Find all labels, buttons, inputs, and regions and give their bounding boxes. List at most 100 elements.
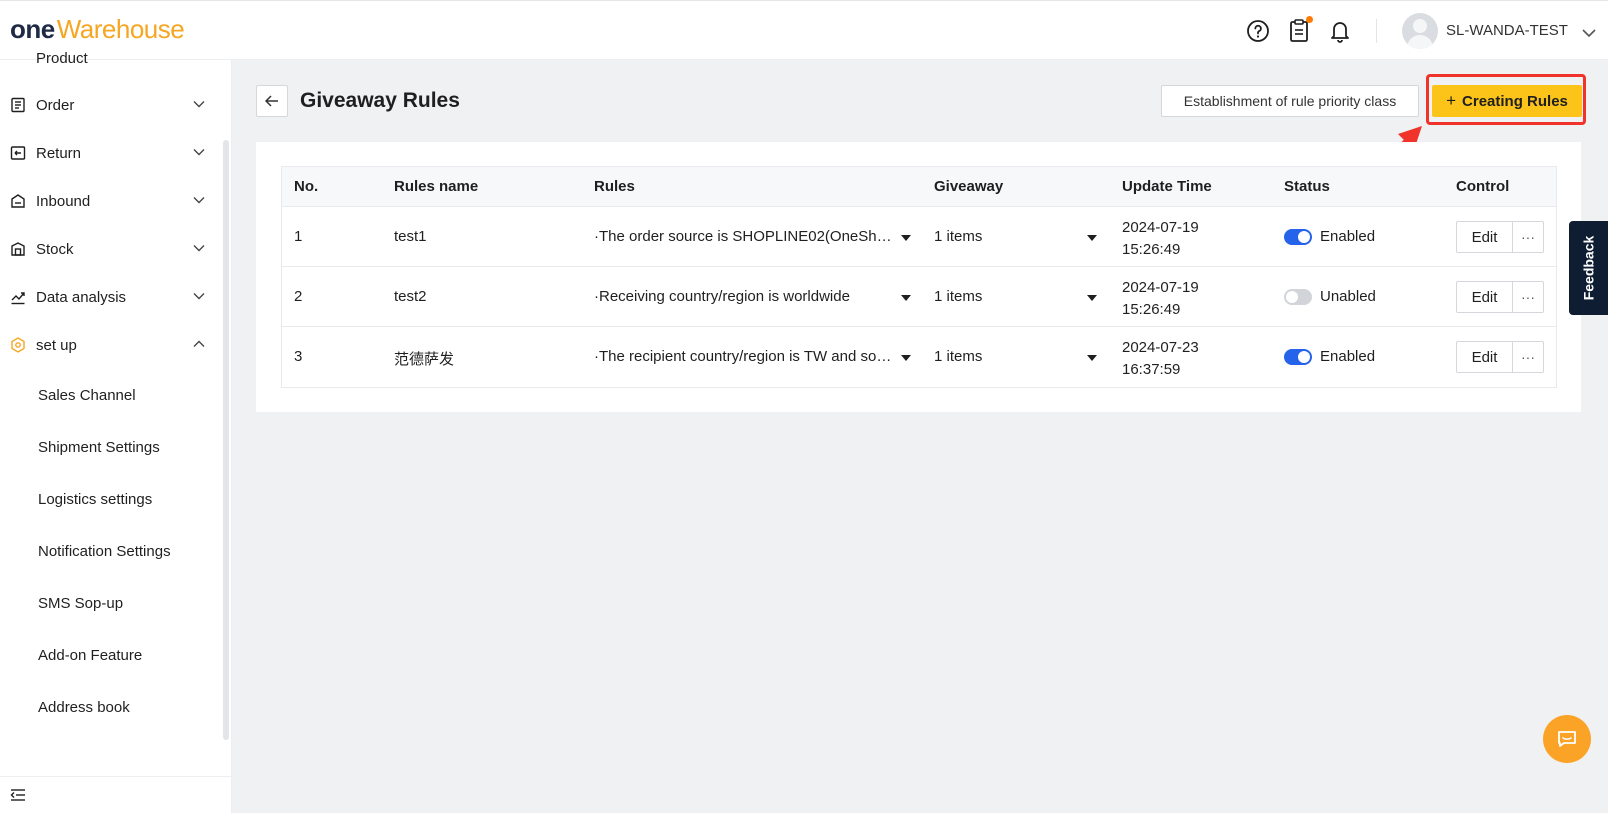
cell-giveaway: 1 items — [934, 228, 983, 245]
sidebar-item-label: Order — [36, 96, 75, 114]
order-icon — [11, 97, 25, 113]
inbound-icon — [11, 194, 25, 208]
sidebar-item-stock[interactable]: Stock — [0, 229, 222, 269]
cell-no: 1 — [294, 228, 303, 245]
help-icon[interactable] — [1246, 19, 1270, 43]
col-giveaway: Giveaway — [934, 178, 1004, 195]
sidebar-subitem-address-book[interactable]: Address book — [38, 699, 130, 716]
cell-rule: ·The recipient country/region is TW and … — [594, 348, 894, 365]
chevron-down-icon[interactable] — [1582, 25, 1596, 41]
status-label: Enabled — [1320, 348, 1376, 365]
chat-icon — [1558, 731, 1576, 747]
sidebar-scrollbar[interactable] — [223, 140, 229, 740]
sidebar-subitem-notification-settings[interactable]: Notification Settings — [38, 543, 171, 560]
caret-down-icon[interactable] — [1087, 355, 1097, 361]
cell-no: 3 — [294, 348, 303, 365]
cell-update-time: 2024-07-23 16:37:59 — [1122, 339, 1199, 378]
table-row: 1 test1 ·The order source is SHOPLINE02(… — [282, 207, 1556, 267]
edit-button[interactable]: Edit — [1456, 281, 1513, 313]
caret-down-icon[interactable] — [901, 355, 911, 361]
cell-giveaway: 1 items — [934, 348, 983, 365]
header-divider — [1376, 19, 1377, 43]
settings-icon — [11, 337, 25, 353]
col-no: No. — [294, 178, 319, 195]
more-button[interactable]: ··· — [1512, 221, 1544, 253]
sidebar: Product Order Return Inbound Stock Data … — [0, 50, 232, 813]
edit-button[interactable]: Edit — [1456, 221, 1513, 253]
feedback-tab[interactable]: Feedback — [1569, 221, 1608, 315]
cell-update-time: 2024-07-19 15:26:49 — [1122, 219, 1199, 258]
username[interactable]: SL-WANDA-TEST — [1446, 22, 1568, 39]
chart-icon — [11, 292, 25, 305]
status-toggle[interactable] — [1284, 229, 1312, 245]
table-row: 3 范德萨发 ·The recipient country/region is … — [282, 327, 1556, 387]
caret-down-icon[interactable] — [1087, 295, 1097, 301]
chevron-down-icon — [193, 149, 205, 156]
caret-down-icon[interactable] — [901, 295, 911, 301]
highlight-annotation — [1426, 74, 1586, 125]
cell-rule: ·The order source is SHOPLINE02(OneShipT… — [594, 228, 894, 245]
avatar[interactable] — [1402, 13, 1438, 49]
chevron-down-icon — [193, 245, 205, 252]
sidebar-subitem-shipment-settings[interactable]: Shipment Settings — [38, 439, 160, 456]
caret-down-icon[interactable] — [1087, 235, 1097, 241]
sidebar-item-product-partial[interactable]: Product — [10, 50, 88, 67]
chat-button[interactable] — [1543, 715, 1591, 763]
sidebar-item-order[interactable]: Order — [0, 85, 222, 125]
chevron-down-icon — [193, 293, 205, 300]
sidebar-subitem-sms-sop-up[interactable]: SMS Sop-up — [38, 595, 123, 612]
col-rules-name: Rules name — [394, 178, 479, 195]
sidebar-item-label: Stock — [36, 240, 74, 258]
cell-no: 2 — [294, 288, 303, 305]
stock-icon — [11, 242, 25, 256]
col-rules: Rules — [594, 178, 635, 195]
cell-rule-name: test1 — [394, 228, 427, 245]
table-row: 2 test2 ·Receiving country/region is wor… — [282, 267, 1556, 327]
rules-card: No. Rules name Rules Giveaway Update Tim… — [256, 142, 1581, 412]
sidebar-item-inbound[interactable]: Inbound — [0, 181, 222, 221]
rule-priority-button[interactable]: Establishment of rule priority class — [1161, 85, 1419, 117]
status-toggle[interactable] — [1284, 349, 1312, 365]
bell-icon[interactable] — [1328, 19, 1352, 43]
more-button[interactable]: ··· — [1512, 341, 1544, 373]
back-button[interactable] — [256, 85, 288, 117]
cell-giveaway: 1 items — [934, 288, 983, 305]
status-toggle[interactable] — [1284, 289, 1312, 305]
col-update-time: Update Time — [1122, 178, 1212, 195]
sidebar-subitem-add-on-feature[interactable]: Add-on Feature — [38, 647, 142, 664]
cell-update-time: 2024-07-19 15:26:49 — [1122, 279, 1199, 318]
chevron-down-icon — [193, 101, 205, 108]
status-label: Enabled — [1320, 228, 1376, 245]
sidebar-item-set-up[interactable]: set up — [0, 325, 222, 365]
page-title: Giveaway Rules — [300, 89, 460, 112]
sidebar-item-label: Data analysis — [36, 288, 127, 306]
sidebar-subitem-logistics-settings[interactable]: Logistics settings — [38, 491, 152, 508]
sidebar-item-label: Inbound — [36, 192, 91, 210]
logo[interactable]: oneWarehouse — [10, 14, 185, 45]
status-label: Unabled — [1320, 288, 1376, 305]
sidebar-item-return[interactable]: Return — [0, 133, 222, 173]
cell-rule-name: 范德萨发 — [394, 351, 455, 368]
caret-down-icon[interactable] — [901, 235, 911, 241]
cell-rule: ·Receiving country/region is worldwide — [594, 288, 850, 305]
collapse-menu-icon[interactable] — [10, 788, 26, 802]
logo-warehouse: Warehouse — [56, 14, 185, 44]
arrow-left-icon — [265, 95, 278, 107]
logo-one: one — [10, 14, 55, 44]
chevron-down-icon — [193, 197, 205, 204]
clipboard-icon[interactable] — [1287, 16, 1313, 43]
sidebar-subitem-sales-channel[interactable]: Sales Channel — [38, 387, 136, 404]
cell-rule-name: test2 — [394, 288, 427, 305]
notification-dot — [1306, 16, 1313, 23]
sidebar-footer — [0, 776, 232, 813]
more-button[interactable]: ··· — [1512, 281, 1544, 313]
sidebar-item-label: Return — [36, 144, 82, 162]
sidebar-item-data-analysis[interactable]: Data analysis — [0, 277, 222, 317]
col-control: Control — [1456, 178, 1510, 195]
top-header: oneWarehouse SL-WANDA-TEST — [0, 0, 1608, 60]
return-icon — [10, 146, 26, 160]
feedback-label: Feedback — [1580, 235, 1597, 301]
edit-button[interactable]: Edit — [1456, 341, 1513, 373]
table-header: No. Rules name Rules Giveaway Update Tim… — [282, 167, 1556, 207]
col-status: Status — [1284, 178, 1330, 195]
